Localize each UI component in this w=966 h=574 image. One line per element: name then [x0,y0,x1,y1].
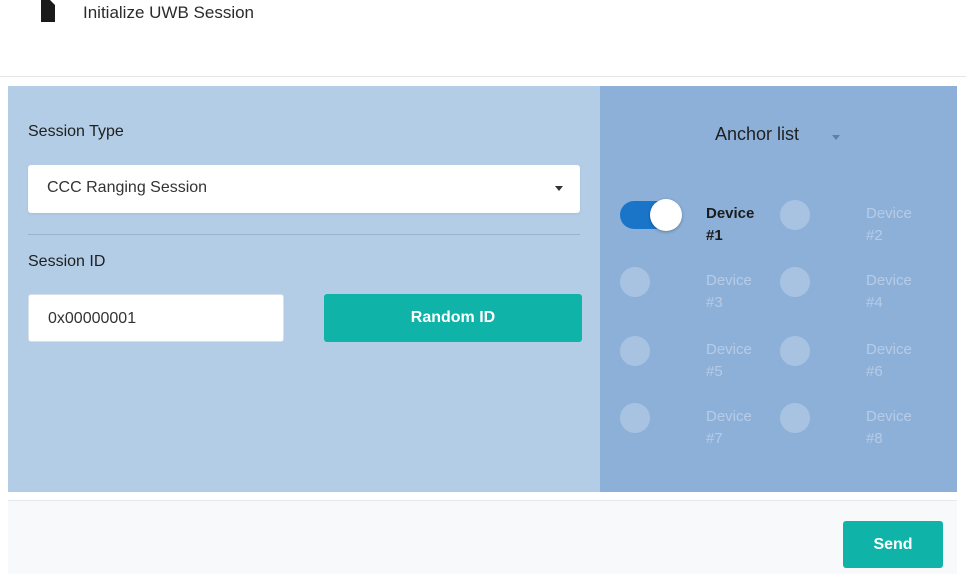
chevron-down-icon [555,186,563,191]
device-7-label: Device #7 [706,406,752,450]
device-name: Device [866,205,912,222]
device-2-toggle[interactable] [780,200,810,230]
send-button[interactable]: Send [843,521,943,568]
device-8-toggle[interactable] [780,403,810,433]
chevron-down-icon[interactable] [832,135,840,140]
device-number: #5 [706,363,723,380]
anchor-list-title[interactable]: Anchor list [715,124,799,145]
device-6-label: Device #6 [866,339,912,383]
device-3-toggle[interactable] [620,267,650,297]
device-8-label: Device #8 [866,406,912,450]
session-type-value: CCC Ranging Session [47,179,208,196]
device-name: Device [706,341,752,358]
dialog-footer [8,500,957,574]
device-number: #2 [866,227,883,244]
device-number: #6 [866,363,883,380]
document-icon [41,0,55,22]
device-5-toggle[interactable] [620,336,650,366]
device-name: Device [866,272,912,289]
session-type-label: Session Type [28,123,124,140]
divider [28,234,580,235]
anchor-list-panel: Anchor list Device #1 Device #2 Device #… [600,86,957,492]
device-name: Device [706,205,755,222]
device-7-toggle[interactable] [620,403,650,433]
device-3-label: Device #3 [706,270,752,314]
session-id-label: Session ID [28,253,106,270]
device-6-toggle[interactable] [780,336,810,366]
device-1-label: Device #1 [706,203,754,247]
device-number: #1 [706,227,723,244]
session-type-select[interactable]: CCC Ranging Session [28,165,580,213]
device-name: Device [706,408,752,425]
device-number: #4 [866,294,883,311]
session-id-value: 0x00000001 [48,310,137,327]
device-name: Device [706,272,752,289]
device-5-label: Device #5 [706,339,752,383]
device-name: Device [866,408,912,425]
device-number: #3 [706,294,723,311]
dialog-header: Initialize UWB Session [0,0,966,77]
device-2-label: Device #2 [866,203,912,247]
dialog-title: Initialize UWB Session [83,3,255,22]
device-name: Device [866,341,912,358]
session-form-panel: Session Type CCC Ranging Session Session… [8,86,600,492]
device-number: #7 [706,430,723,447]
session-id-input[interactable]: 0x00000001 [28,294,284,342]
random-id-button[interactable]: Random ID [324,294,582,342]
device-4-toggle[interactable] [780,267,810,297]
toggle-knob[interactable] [650,199,682,231]
device-4-label: Device #4 [866,270,912,314]
device-number: #8 [866,430,883,447]
